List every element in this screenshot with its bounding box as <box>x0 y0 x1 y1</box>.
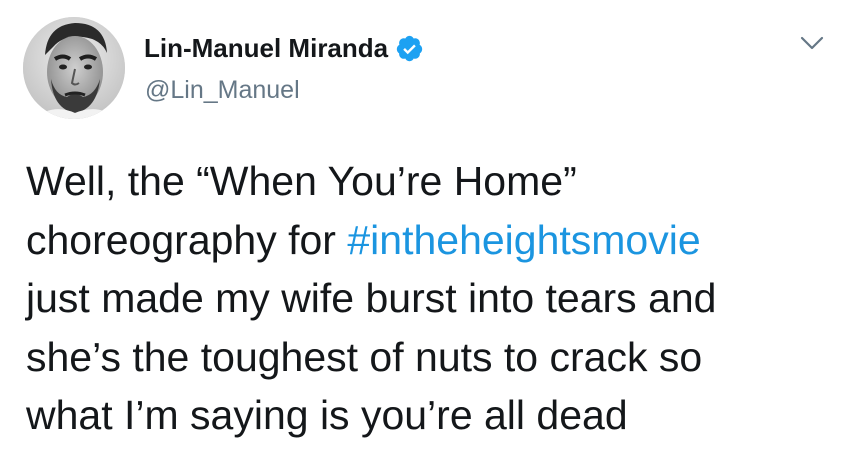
tweet-line: Well, the “When You’re Home” <box>26 158 577 204</box>
tweet-text-segment: choreography for <box>26 216 348 263</box>
tweet-text: Well, the “When You’re Home” choreograph… <box>26 152 826 445</box>
profile-photo <box>23 17 125 119</box>
tweet-line: choreography for #intheheightsmovie <box>26 211 826 270</box>
hashtag-link[interactable]: #intheheightsmovie <box>347 217 700 263</box>
chevron-down-icon[interactable] <box>797 31 827 55</box>
tweet-line: what I’m saying is you’re all dead <box>26 392 628 438</box>
avatar[interactable] <box>23 17 125 119</box>
user-handle[interactable]: @Lin_Manuel <box>145 75 300 105</box>
name-row: Lin-Manuel Miranda <box>144 32 424 64</box>
tweet-line: just made my wife burst into tears and <box>26 275 717 321</box>
tweet-card: Lin-Manuel Miranda @Lin_Manuel Well, the… <box>0 0 852 469</box>
verified-badge-icon <box>395 34 424 63</box>
display-name[interactable]: Lin-Manuel Miranda <box>144 32 388 64</box>
tweet-line: she’s the toughest of nuts to crack so <box>26 333 703 380</box>
